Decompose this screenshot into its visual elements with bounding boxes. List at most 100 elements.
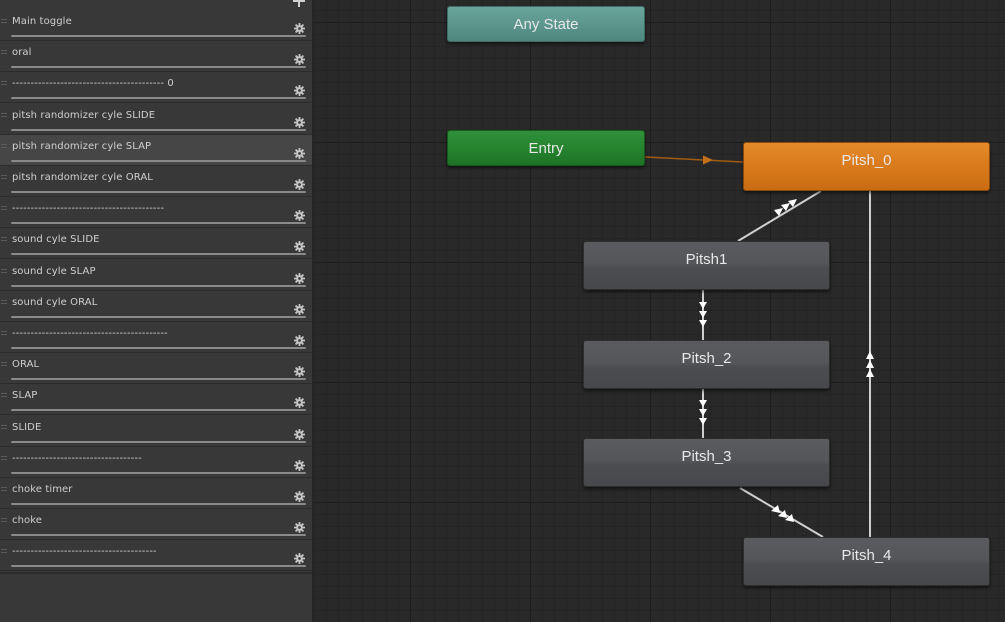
parameter-underline <box>11 315 306 318</box>
parameter-name[interactable]: ----------------------------------- <box>12 453 282 464</box>
drag-handle-icon[interactable] <box>1 424 7 429</box>
drag-handle-icon[interactable] <box>1 268 7 273</box>
parameter-underline <box>11 534 306 537</box>
parameter-row[interactable]: sound cyle ORAL <box>0 291 312 322</box>
state-pitsh-4[interactable]: Pitsh_4 <box>743 537 990 586</box>
gear-icon[interactable] <box>294 393 305 409</box>
parameter-name[interactable]: --------------------------------------- <box>12 546 282 557</box>
gear-icon[interactable] <box>294 269 305 284</box>
parameter-name[interactable]: ----------------------------------------… <box>12 78 282 89</box>
gear-icon[interactable] <box>294 362 305 378</box>
drag-handle-icon[interactable] <box>1 455 7 460</box>
parameter-name[interactable]: SLIDE <box>12 422 282 433</box>
parameter-underline <box>11 222 306 225</box>
drag-handle-icon[interactable] <box>1 549 7 554</box>
gear-icon[interactable] <box>294 113 305 128</box>
parameter-underline <box>11 409 306 412</box>
gear-icon[interactable] <box>294 175 305 190</box>
parameter-underline <box>11 128 306 131</box>
drag-handle-icon[interactable] <box>1 81 7 86</box>
parameter-underline <box>11 378 306 381</box>
drag-handle-icon[interactable] <box>1 331 7 335</box>
parameter-row[interactable]: ----------------------------------------… <box>0 72 312 104</box>
gear-icon[interactable] <box>294 487 305 502</box>
parameter-row[interactable]: ----------------------------------- <box>0 447 312 478</box>
state-pitsh1[interactable]: Pitsh1 <box>583 241 830 290</box>
gear-icon[interactable] <box>294 549 305 565</box>
drag-handle-icon[interactable] <box>1 362 7 367</box>
parameter-name[interactable]: sound cyle ORAL <box>12 297 282 308</box>
parameter-row[interactable]: ORAL <box>0 353 312 385</box>
parameter-row[interactable]: sound cyle SLAP <box>0 260 312 291</box>
parameter-row[interactable]: ----------------------------------------… <box>0 322 312 353</box>
parameter-underline <box>11 253 306 256</box>
state-pitsh-0[interactable]: Pitsh_0 <box>743 142 990 191</box>
gear-icon[interactable] <box>294 300 305 315</box>
parameter-underline <box>11 503 306 505</box>
parameter-row[interactable]: Main toggle <box>0 10 312 41</box>
parameter-row[interactable]: choke timer <box>0 478 312 509</box>
state-pitsh-3[interactable]: Pitsh_3 <box>583 438 830 487</box>
drag-handle-icon[interactable] <box>1 19 7 23</box>
parameter-underline <box>11 191 306 193</box>
gear-icon[interactable] <box>294 81 305 97</box>
parameter-name[interactable]: pitsh randomizer cyle SLIDE <box>12 110 282 121</box>
panel-divider <box>0 572 312 574</box>
parameter-underline <box>11 347 306 349</box>
drag-handle-icon[interactable] <box>1 50 7 55</box>
parameter-underline <box>11 66 306 69</box>
gear-icon[interactable] <box>294 518 305 534</box>
gear-icon[interactable] <box>294 331 305 346</box>
parameter-underline <box>11 35 306 37</box>
parameter-row[interactable]: choke <box>0 509 312 541</box>
parameter-row[interactable]: pitsh randomizer cyle SLAP <box>0 134 312 166</box>
drag-handle-icon[interactable] <box>1 237 7 242</box>
drag-handle-icon[interactable] <box>1 143 7 148</box>
animator-graph[interactable] <box>314 0 1005 622</box>
parameter-underline <box>11 159 306 162</box>
gear-icon[interactable] <box>294 425 305 440</box>
parameter-name[interactable]: pitsh randomizer cyle SLAP <box>12 141 282 152</box>
gear-icon[interactable] <box>294 50 305 66</box>
drag-handle-icon[interactable] <box>1 518 7 523</box>
drag-handle-icon[interactable] <box>1 299 7 304</box>
parameter-row[interactable]: sound cyle SLIDE <box>0 228 312 260</box>
parameter-name[interactable]: oral <box>12 47 282 58</box>
parameter-name[interactable]: ----------------------------------------… <box>12 328 282 339</box>
parameter-name[interactable]: sound cyle SLAP <box>12 266 282 277</box>
state-pitsh-2[interactable]: Pitsh_2 <box>583 340 830 389</box>
parameter-name[interactable]: SLAP <box>12 390 282 401</box>
parameter-row[interactable]: oral <box>0 41 312 73</box>
parameter-row[interactable]: ----------------------------------------… <box>0 197 312 229</box>
state-any-state[interactable]: Any State <box>447 6 645 42</box>
parameter-row[interactable]: SLIDE <box>0 416 312 447</box>
state-entry[interactable]: Entry <box>447 130 645 166</box>
parameter-underline <box>11 471 306 474</box>
parameter-underline <box>11 440 306 443</box>
drag-handle-icon[interactable] <box>1 206 7 211</box>
parameter-row[interactable]: --------------------------------------- <box>0 540 312 572</box>
parameter-name[interactable]: pitsh randomizer cyle ORAL <box>12 172 282 183</box>
add-icon[interactable] <box>293 0 305 7</box>
gear-icon[interactable] <box>294 144 305 159</box>
parameter-underline <box>11 97 306 100</box>
gear-icon[interactable] <box>294 237 305 253</box>
parameter-name[interactable]: ----------------------------------------… <box>12 203 282 214</box>
gear-icon[interactable] <box>294 206 305 222</box>
parameter-name[interactable]: Main toggle <box>12 16 282 27</box>
parameter-name[interactable]: sound cyle SLIDE <box>12 234 282 245</box>
drag-handle-icon[interactable] <box>1 487 7 491</box>
parameter-underline <box>11 565 306 568</box>
parameter-row[interactable]: pitsh randomizer cyle ORAL <box>0 166 312 197</box>
gear-icon[interactable] <box>294 456 305 471</box>
drag-handle-icon[interactable] <box>1 112 7 117</box>
parameter-underline <box>11 284 306 287</box>
gear-icon[interactable] <box>294 19 305 34</box>
drag-handle-icon[interactable] <box>1 393 7 398</box>
parameter-row[interactable]: pitsh randomizer cyle SLIDE <box>0 104 312 135</box>
parameter-name[interactable]: choke timer <box>12 484 282 495</box>
parameter-name[interactable]: choke <box>12 515 282 526</box>
parameter-name[interactable]: ORAL <box>12 359 282 370</box>
parameter-row[interactable]: SLAP <box>0 384 312 416</box>
drag-handle-icon[interactable] <box>1 175 7 179</box>
